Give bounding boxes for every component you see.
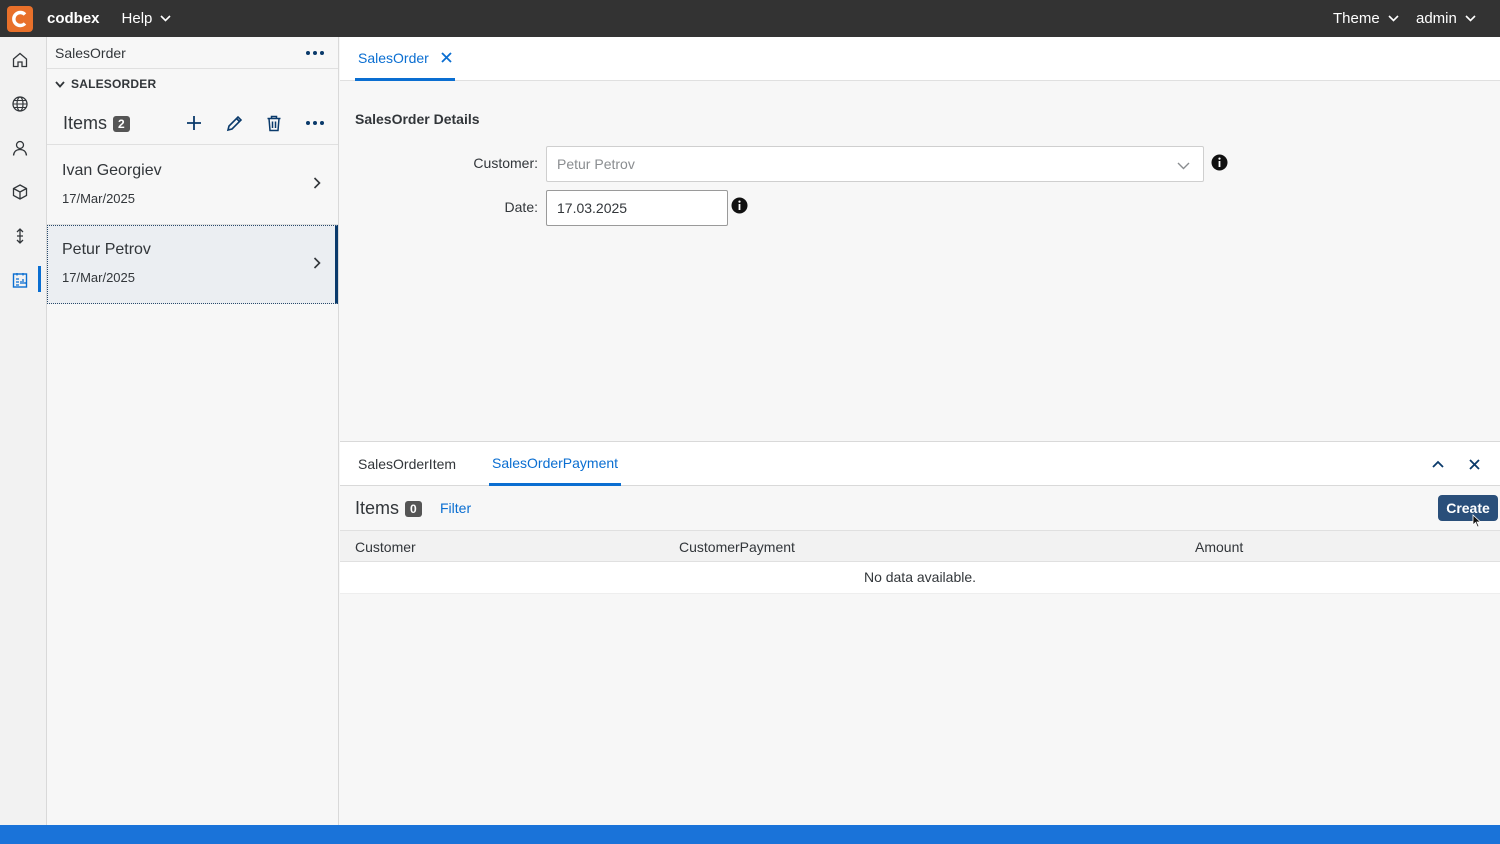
create-button[interactable]: Create [1438,495,1498,521]
detail-tab-bar: SalesOrderItem SalesOrderPayment [340,442,1500,486]
section-label: SALESORDER [71,77,157,91]
transfer-icon[interactable] [0,221,40,251]
theme-menu[interactable]: Theme [1333,0,1399,37]
chevron-down-icon [1465,15,1476,22]
theme-menu-label: Theme [1333,10,1380,27]
detail-items-header: Items 0 [355,498,422,519]
info-icon[interactable] [1211,154,1228,171]
items-count-badge: 0 [405,500,422,517]
info-icon[interactable] [731,197,748,214]
list-more-options-icon[interactable] [306,121,324,125]
empty-table-message: No data available. [340,562,1500,594]
status-bar [0,825,1500,844]
chevron-right-icon [313,177,321,189]
brand-name: codbex [47,10,100,27]
side-navigation-rail [0,37,47,825]
column-header-customerpayment[interactable]: CustomerPayment [679,539,795,555]
list-item[interactable]: Ivan Georgiev 17/Mar/2025 [47,145,338,225]
user-menu[interactable]: admin [1416,0,1476,37]
help-menu-label: Help [121,10,153,27]
list-item-name: Ivan Georgiev [62,162,162,179]
report-icon[interactable] [0,265,40,295]
edit-icon[interactable] [222,111,246,135]
home-icon[interactable] [0,45,40,75]
globe-icon[interactable] [0,89,40,119]
table-header: Customer CustomerPayment Amount [340,530,1500,562]
detail-panel: SalesOrderItem SalesOrderPayment Items 0… [340,441,1500,825]
date-label: Date: [504,199,538,215]
list-item-selected[interactable]: Petur Petrov 17/Mar/2025 [47,225,338,304]
more-options-icon[interactable] [306,51,324,55]
user-icon[interactable] [0,133,40,163]
customer-label: Customer: [473,155,538,171]
close-icon[interactable] [441,52,452,63]
close-icon[interactable] [1466,456,1482,472]
column-header-amount[interactable]: Amount [1195,539,1243,555]
mouse-cursor-icon [1472,514,1482,528]
main-editor: SalesOrder SalesOrder Details Customer: … [340,37,1500,441]
tab-label: SalesOrderPayment [492,454,619,471]
rail-active-indicator [38,266,41,292]
section-toggle[interactable]: SALESORDER [55,77,156,91]
list-item-date: 17/Mar/2025 [62,270,135,285]
tab-salesorderpayment[interactable]: SalesOrderPayment [489,442,622,486]
items-count-badge: 2 [113,115,130,132]
tab-salesorderitem[interactable]: SalesOrderItem [355,442,459,486]
form-title: SalesOrder Details [355,111,480,127]
column-header-customer[interactable]: Customer [355,539,416,555]
date-input[interactable] [546,190,728,226]
help-menu[interactable]: Help [122,10,172,27]
cube-icon[interactable] [0,177,40,207]
explorer-title: SalesOrder [55,45,126,61]
filter-button[interactable]: Filter [440,500,471,516]
editor-tab-bar: SalesOrder [340,37,1500,81]
explorer-panel: SalesOrder SALESORDER Items 2 Ivan Georg… [47,37,339,825]
items-header: Items 2 [63,113,130,134]
chevron-right-icon [313,257,321,269]
delete-icon[interactable] [262,111,286,135]
tab-label: SalesOrder [358,49,429,66]
customer-select[interactable] [546,146,1204,182]
list-item-date: 17/Mar/2025 [62,191,135,206]
list-item-name: Petur Petrov [62,241,151,258]
tab-salesorder[interactable]: SalesOrder [355,37,455,81]
chevron-up-icon[interactable] [1430,456,1446,472]
explorer-header: SalesOrder [47,37,338,69]
chevron-down-icon [160,15,171,22]
tab-label: SalesOrderItem [358,456,457,472]
items-label: Items [63,113,108,133]
items-label: Items [355,498,400,518]
add-icon[interactable] [182,111,206,135]
chevron-down-icon [1388,15,1399,22]
chevron-down-icon [55,80,65,88]
chevron-down-icon[interactable] [1177,157,1190,175]
customer-input[interactable] [547,147,1167,181]
codbex-logo-icon[interactable] [7,5,33,32]
user-menu-label: admin [1416,10,1457,27]
top-bar: codbex Help Theme admin [0,0,1500,37]
